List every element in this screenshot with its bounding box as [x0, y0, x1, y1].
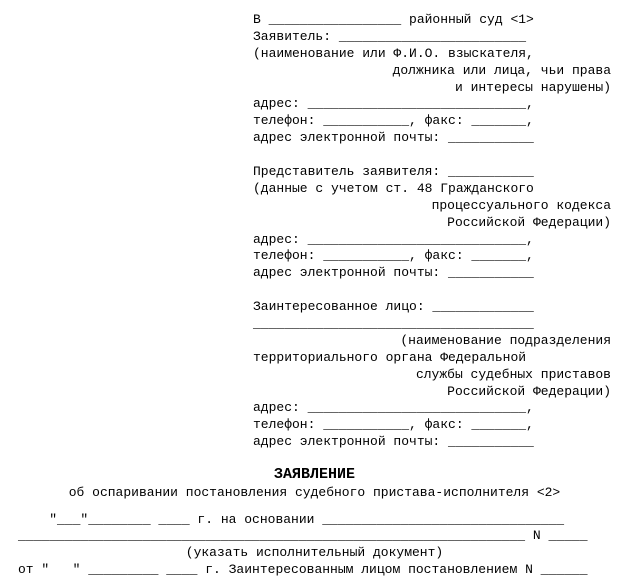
body-block: "___"________ ____ г. на основании _____… [18, 512, 611, 579]
phone-fax-line: телефон: ___________, факс: _______, [253, 113, 611, 130]
body-line2: ________________________________________… [18, 528, 611, 545]
interested-label: Заинтересованное лицо: _____________ [253, 299, 611, 316]
applicant-note1: (наименование или Ф.И.О. взыскателя, [253, 46, 611, 63]
rep-note3: Российской Федерации) [253, 215, 611, 232]
document-title: ЗАЯВЛЕНИЕ [18, 465, 611, 485]
rep-note1: (данные с учетом ст. 48 Гражданского [253, 181, 611, 198]
email-line: адрес электронной почты: ___________ [253, 130, 611, 147]
int-phone-fax-line: телефон: ___________, факс: _______, [253, 417, 611, 434]
interested-note3: службы судебных приставов [253, 367, 611, 384]
interested-note4: Российской Федерации) [253, 384, 611, 401]
blank-line3 [253, 282, 611, 299]
document-page: В _________________ районный суд <1> Зая… [0, 0, 629, 548]
int-email-line: адрес электронной почты: ___________ [253, 434, 611, 451]
applicant-note2: должника или лица, чьи права [253, 63, 611, 80]
interested-note2: территориального органа Федеральной [253, 350, 611, 367]
applicant-note3: и интересы нарушены) [253, 80, 611, 97]
court-line: В _________________ районный суд <1> [253, 12, 611, 29]
header-block: В _________________ районный суд <1> Зая… [253, 12, 611, 451]
interested-blank: ____________________________________ [253, 316, 611, 333]
document-subtitle: об оспаривании постановления судебного п… [18, 485, 611, 502]
rep-note2: процессуального кодекса [253, 198, 611, 215]
interested-note1: (наименование подразделения [253, 333, 611, 350]
rep-address-line: адрес: ____________________________, [253, 232, 611, 249]
body-line1: "___"________ ____ г. на основании _____… [18, 512, 611, 529]
blank-line2 [253, 147, 611, 164]
applicant-label: Заявитель: ________________________ [253, 29, 611, 46]
body-line3: от " " _________ ____ г. Заинтересованны… [18, 562, 611, 579]
rep-label: Представитель заявителя: ___________ [253, 164, 611, 181]
rep-email-line: адрес электронной почты: ___________ [253, 265, 611, 282]
int-address-line: адрес: ____________________________, [253, 400, 611, 417]
rep-phone-fax-line: телефон: ___________, факс: _______, [253, 248, 611, 265]
address-line: адрес: ____________________________, [253, 96, 611, 113]
